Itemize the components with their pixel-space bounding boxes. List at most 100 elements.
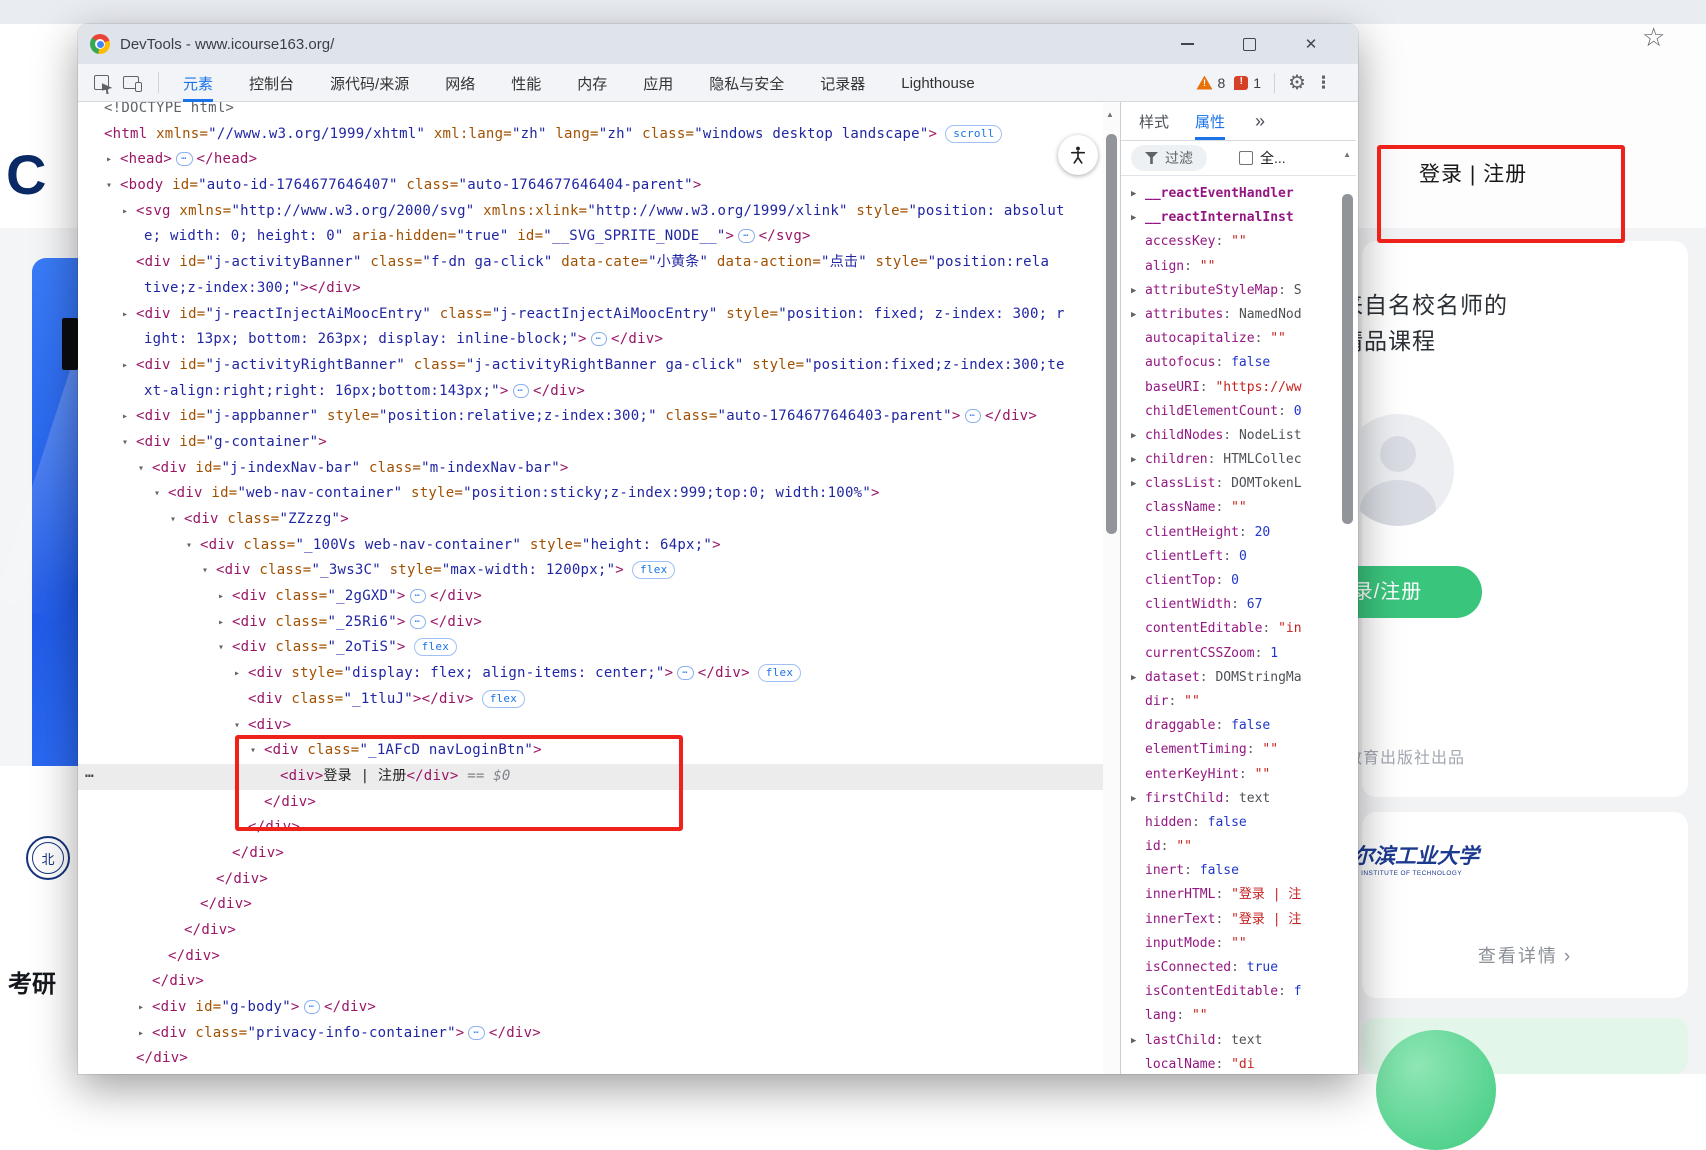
expand-arrow-closed[interactable]: ▶: [1131, 206, 1136, 230]
bookmark-star-icon[interactable]: ☆: [1642, 22, 1665, 53]
code-line[interactable]: ▸ <div id="j-activityRightBanner" class="…: [78, 353, 1103, 379]
expand-arrow-closed[interactable]: ▶: [1131, 448, 1136, 472]
property-row-children[interactable]: ▶ children: HTMLCollec: [1121, 448, 1341, 472]
expand-arrow-closed[interactable]: ▶: [1131, 424, 1136, 448]
collapsed-content-icon[interactable]: ⋯: [409, 589, 427, 604]
code-line[interactable]: ight: 13px; bottom: 263px; display: inli…: [78, 327, 1103, 353]
panel-tab-样式[interactable]: 样式: [1139, 102, 1169, 140]
property-row-align[interactable]: align: "": [1121, 255, 1341, 279]
expand-arrow-open[interactable]: ▾: [122, 430, 128, 456]
devtools-tab-记录器[interactable]: 记录器: [820, 64, 865, 102]
property-row-attributeStyleMap[interactable]: ▶ attributeStyleMap: S: [1121, 279, 1341, 303]
property-row-isContentEditable[interactable]: isContentEditable: f: [1121, 980, 1341, 1004]
code-line[interactable]: <!DOCTYPE html>: [78, 102, 1103, 122]
devtools-tab-隐私与安全[interactable]: 隐私与安全: [709, 64, 784, 102]
login-register-button[interactable]: 登录 | 注册: [1419, 158, 1527, 188]
property-row-contentEditable[interactable]: contentEditable: "in: [1121, 617, 1341, 641]
code-line[interactable]: ▾ <div>: [78, 713, 1103, 739]
collapsed-content-icon[interactable]: ⋯: [468, 1025, 485, 1040]
property-row-localName[interactable]: localName: "di: [1121, 1053, 1341, 1074]
property-row-attributes[interactable]: ▶ attributes: NamedNod: [1121, 303, 1341, 327]
collapsed-content-icon[interactable]: ⋯: [303, 1000, 320, 1015]
code-line[interactable]: ▾ <div id="web-nav-container" style="posi…: [78, 481, 1103, 507]
devtools-tab-内存[interactable]: 内存: [577, 64, 607, 102]
collapsed-content-icon[interactable]: ⋯: [738, 229, 755, 244]
code-line[interactable]: ▸ <div class="_25Ri6"> ⋯ </div>: [78, 610, 1103, 636]
warning-count[interactable]: 8: [1217, 75, 1225, 91]
expand-arrow-closed[interactable]: ▸: [122, 404, 128, 430]
error-count[interactable]: 1: [1253, 75, 1261, 91]
flex-badge[interactable]: flex: [757, 664, 802, 683]
panel-tab-属性[interactable]: 属性: [1195, 102, 1226, 140]
expand-arrow-closed[interactable]: ▶: [1131, 666, 1136, 690]
property-row-lastChild[interactable]: ▶ lastChild: text: [1121, 1029, 1341, 1053]
property-row-inert[interactable]: inert: false: [1121, 859, 1341, 883]
code-line[interactable]: ▾ <div id="g-container">: [78, 430, 1103, 456]
code-line[interactable]: ▸ <div style="display: flex; align-items:…: [78, 661, 1103, 687]
expand-arrow-closed[interactable]: ▸: [122, 199, 128, 225]
scroll-up-icon[interactable]: ▲: [1106, 110, 1114, 119]
more-actions-icon[interactable]: ⋯: [85, 764, 94, 790]
expand-arrow-open[interactable]: ▾: [138, 456, 144, 482]
code-line[interactable]: ▸ <div id="j-reactInjectAiMoocEntry" clas…: [78, 302, 1103, 328]
expand-arrow-closed[interactable]: ▸: [218, 584, 224, 610]
scrollbar-thumb[interactable]: [1106, 134, 1117, 534]
property-row-classList[interactable]: ▶ classList: DOMTokenL: [1121, 472, 1341, 496]
expand-arrow-closed[interactable]: ▸: [138, 995, 144, 1021]
code-line[interactable]: </div>: [78, 867, 1103, 893]
error-icon[interactable]: [1234, 75, 1249, 90]
devtools-title-bar[interactable]: DevTools - www.icourse163.org/ ✕: [78, 24, 1358, 64]
code-line[interactable]: </div>: [78, 892, 1103, 918]
property-row-childNodes[interactable]: ▶ childNodes: NodeList: [1121, 424, 1341, 448]
maximize-button[interactable]: [1218, 25, 1280, 63]
settings-gear-icon[interactable]: ⚙: [1288, 70, 1306, 95]
devtools-tab-元素[interactable]: 元素: [183, 64, 214, 102]
code-line[interactable]: ▾ <div class="_2oTiS"> flex: [78, 635, 1103, 661]
filter-input[interactable]: 过滤: [1131, 145, 1207, 171]
code-line[interactable]: </div>: [78, 790, 1103, 816]
property-row-__reactInternalInst[interactable]: ▶ __reactInternalInst: [1121, 206, 1341, 230]
panel-more-tabs-icon[interactable]: »: [1255, 102, 1265, 140]
property-row-accessKey[interactable]: accessKey: "": [1121, 230, 1341, 254]
devtools-tab-性能[interactable]: 性能: [511, 64, 541, 102]
expand-arrow-closed[interactable]: ▶: [1131, 279, 1136, 303]
expand-arrow-closed[interactable]: ▶: [1131, 303, 1136, 327]
property-row-elementTiming[interactable]: elementTiming: "": [1121, 738, 1341, 762]
collapsed-content-icon[interactable]: ⋯: [677, 666, 694, 681]
kaoyan-label[interactable]: 考研: [8, 964, 56, 999]
devtools-tab-网络[interactable]: 网络: [445, 64, 475, 102]
collapsed-content-icon[interactable]: ⋯: [964, 409, 981, 424]
code-line[interactable]: ▾ <body id="auto-id-1764677646407" class=…: [78, 173, 1103, 199]
code-line[interactable]: </div>: [78, 841, 1103, 867]
code-line[interactable]: e; width: 0; height: 0" aria-hidden="tru…: [78, 224, 1103, 250]
expand-arrow-closed[interactable]: ▸: [234, 661, 240, 687]
expand-arrow-closed[interactable]: ▸: [122, 302, 128, 328]
expand-arrow-closed[interactable]: ▸: [218, 610, 224, 636]
code-line[interactable]: <div class="_1tluJ"></div> flex: [78, 687, 1103, 713]
expand-arrow-open[interactable]: ▾: [106, 173, 112, 199]
property-row-clientWidth[interactable]: clientWidth: 67: [1121, 593, 1341, 617]
expand-arrow-closed[interactable]: ▶: [1131, 787, 1136, 811]
property-row-clientTop[interactable]: clientTop: 0: [1121, 569, 1341, 593]
property-row-childElementCount[interactable]: childElementCount: 0: [1121, 400, 1341, 424]
code-line[interactable]: <html xmlns="//www.w3.org/1999/xhtml" xm…: [78, 122, 1103, 148]
devtools-tab-Lighthouse[interactable]: Lighthouse: [901, 64, 974, 102]
accessibility-overlay-button[interactable]: [1058, 135, 1098, 175]
property-row-id[interactable]: id: "": [1121, 835, 1341, 859]
expand-arrow-closed[interactable]: ▸: [138, 1021, 144, 1047]
property-row-clientHeight[interactable]: clientHeight: 20: [1121, 521, 1341, 545]
code-line[interactable]: ▾ <div class="_3ws3C" style="max-width: 1…: [78, 558, 1103, 584]
flex-badge[interactable]: flex: [481, 689, 526, 708]
code-line-selected[interactable]: <div>登录 | 注册</div> == $0 ⋯: [78, 763, 1103, 790]
property-row-className[interactable]: className: "": [1121, 496, 1341, 520]
collapsed-content-icon[interactable]: ⋯: [176, 152, 193, 167]
code-line[interactable]: ▸ <div class="privacy-info-container"> ⋯ </…: [78, 1021, 1103, 1047]
expand-arrow-open[interactable]: ▾: [234, 713, 240, 739]
scroll-badge[interactable]: scroll: [945, 124, 1003, 143]
elements-scrollbar[interactable]: ▲: [1103, 102, 1120, 1074]
expand-arrow-open[interactable]: ▾: [250, 738, 256, 764]
inspect-element-button[interactable]: [86, 64, 116, 101]
code-line[interactable]: tive;z-index:300;"></div>: [78, 276, 1103, 302]
devtools-tab-源代码/来源[interactable]: 源代码/来源: [330, 64, 409, 102]
property-row-isConnected[interactable]: isConnected: true: [1121, 956, 1341, 980]
